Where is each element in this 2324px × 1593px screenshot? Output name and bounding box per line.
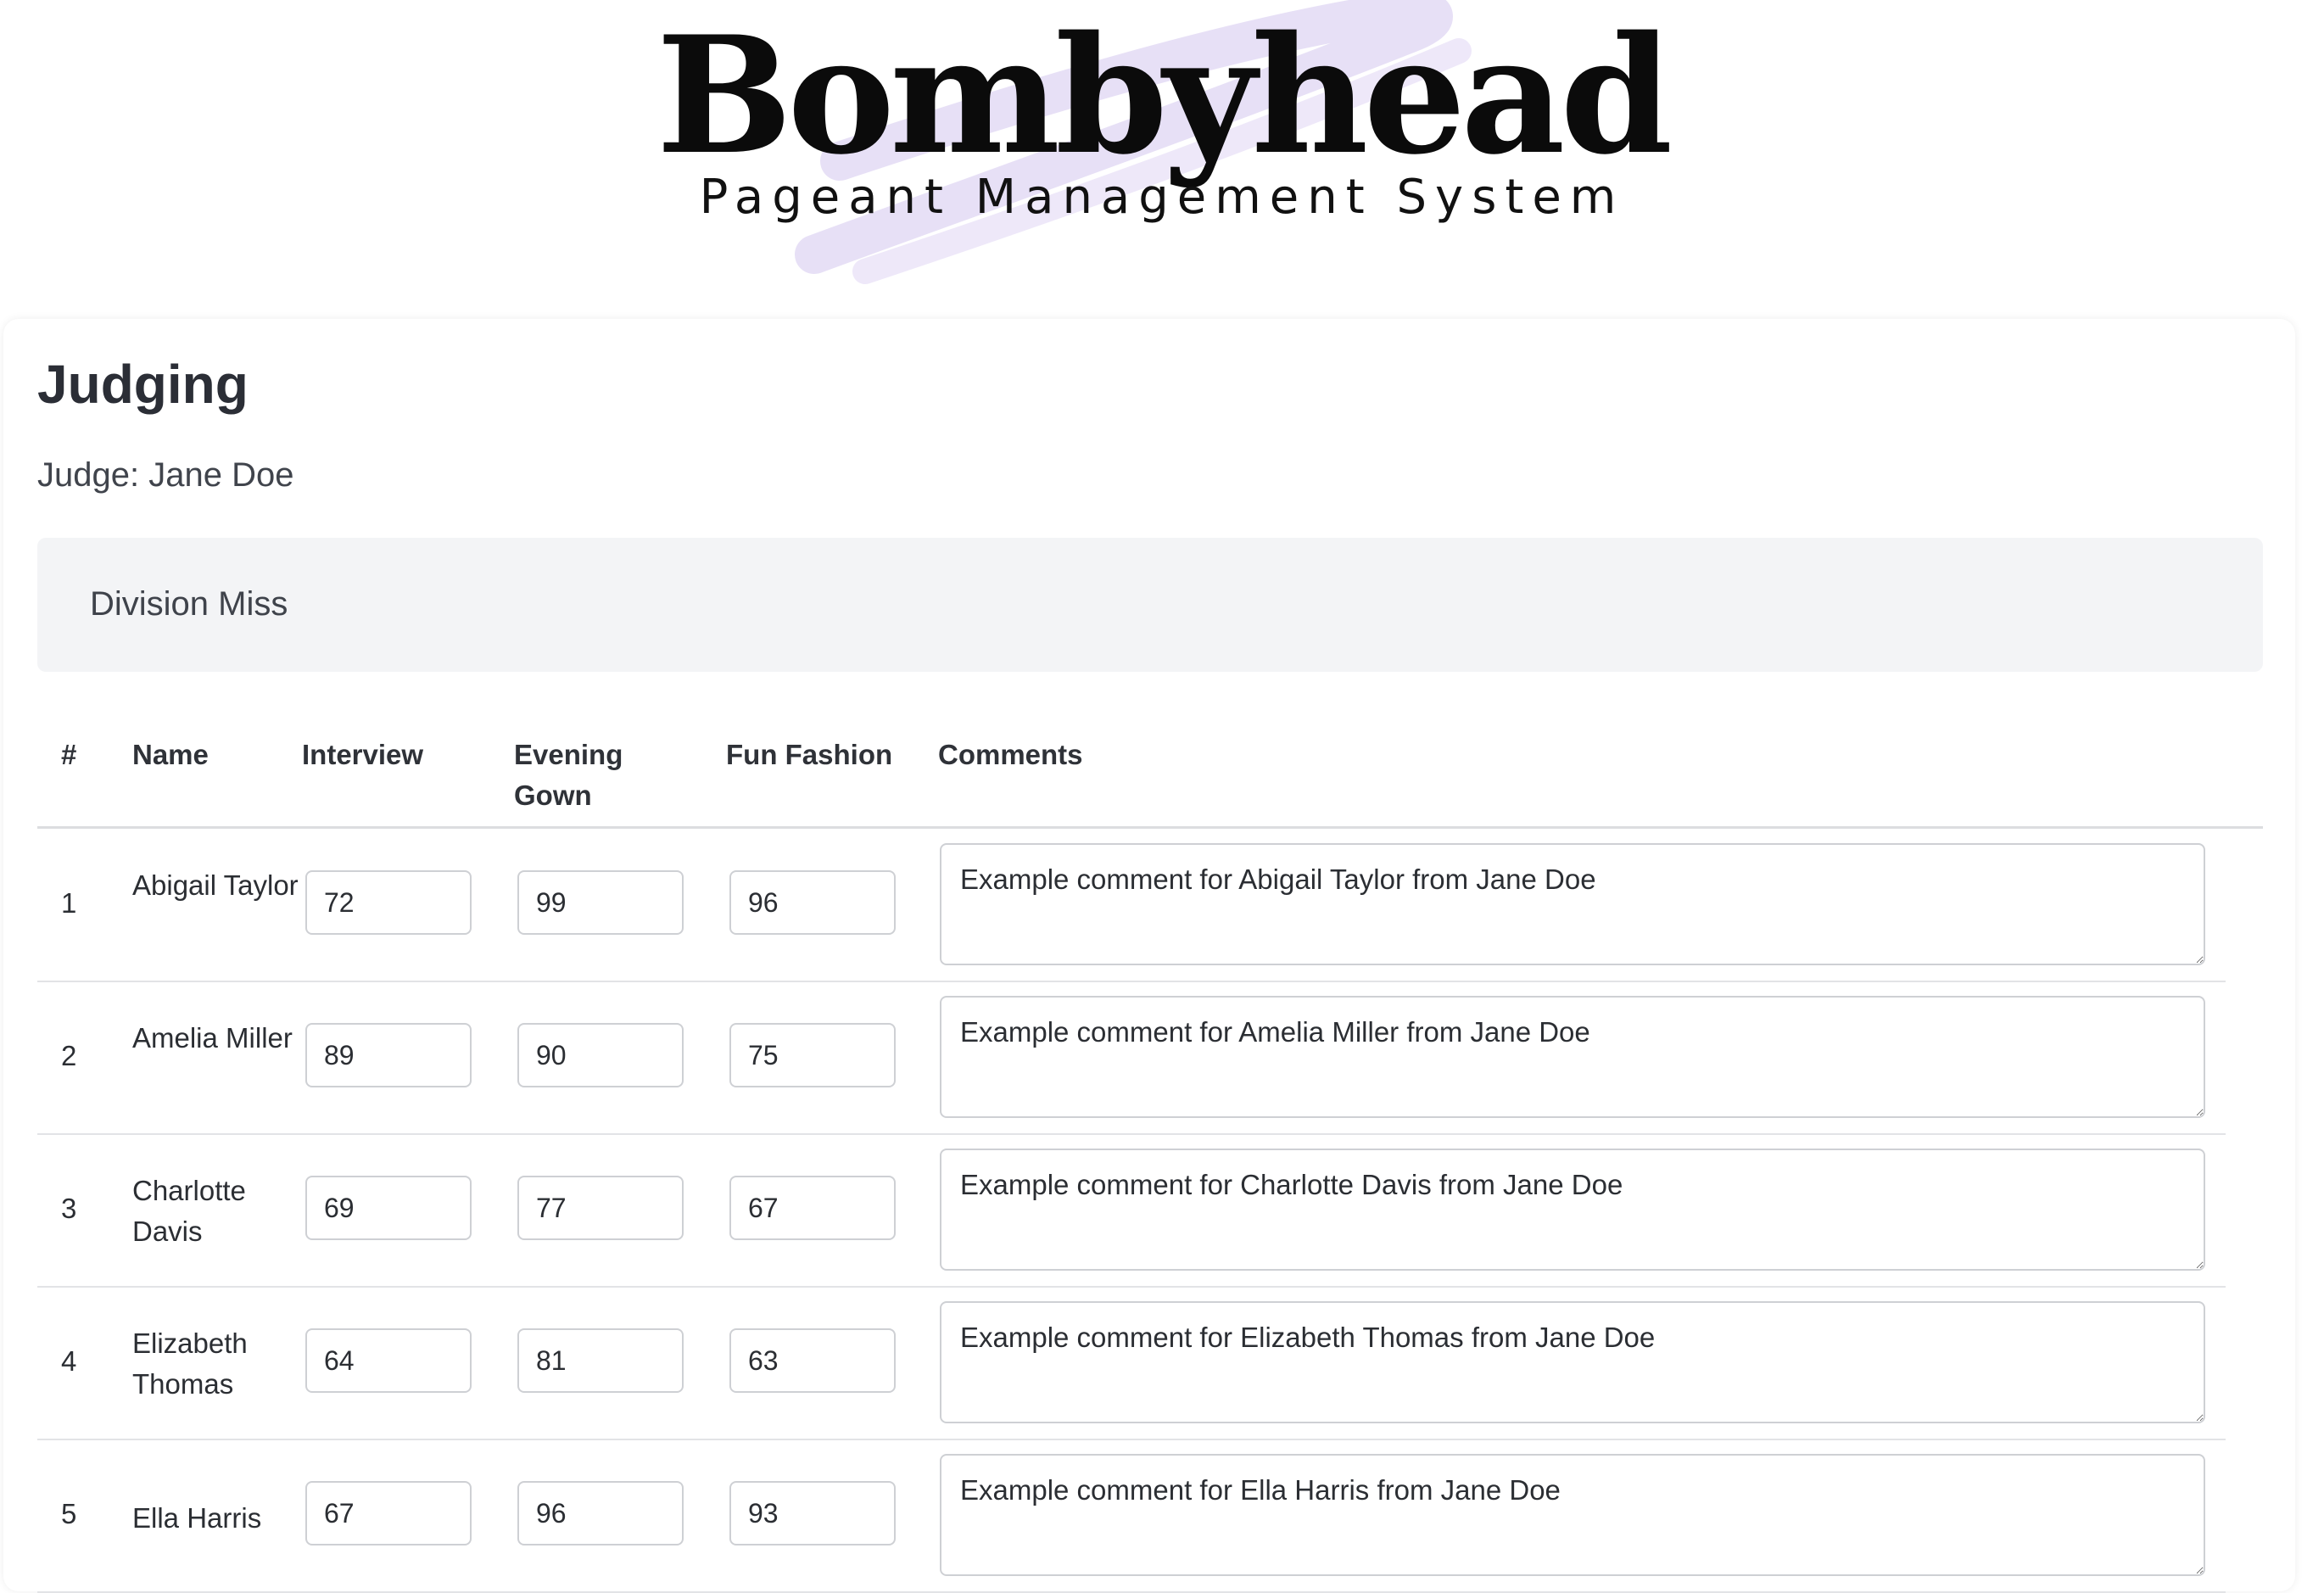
comment-textarea[interactable]: Example comment for Elizabeth Thomas fro… (940, 1301, 2205, 1423)
comment-textarea[interactable]: Example comment for Amelia Miller from J… (940, 996, 2205, 1118)
table-row: 2 Amelia Miller Example comment for Amel… (37, 981, 2226, 1135)
table-row: 1 Abigail Taylor Example comment for Abi… (37, 828, 2226, 982)
fun-fashion-score-input[interactable] (729, 1328, 896, 1393)
interview-score-input[interactable] (305, 870, 472, 935)
judge-label: Judge: Jane Doe (37, 456, 294, 494)
interview-score-input[interactable] (305, 1176, 472, 1240)
division-label: Division Miss (90, 585, 288, 623)
evening-gown-score-input[interactable] (517, 1328, 684, 1393)
fun-fashion-score-input[interactable] (729, 1023, 896, 1087)
contestant-name: Elizabeth Thomas (132, 1328, 248, 1400)
table-row: 5 Ella Harris Example comment for Ella H… (37, 1439, 2226, 1593)
evening-gown-score-input[interactable] (517, 870, 684, 935)
column-header-comments: Comments (938, 739, 1083, 770)
contestant-name: Abigail Taylor (132, 869, 299, 901)
evening-gown-score-input[interactable] (517, 1023, 684, 1087)
column-header-name: Name (132, 739, 209, 770)
division-banner: Division Miss (37, 538, 2263, 672)
table-row: 3 Charlotte Davis Example comment for Ch… (37, 1133, 2226, 1288)
contestant-name: Ella Harris (132, 1502, 262, 1534)
contestant-number: 1 (61, 887, 77, 919)
contestant-name: Amelia Miller (132, 1022, 293, 1054)
evening-gown-score-input[interactable] (517, 1176, 684, 1240)
evening-gown-score-input[interactable] (517, 1481, 684, 1545)
interview-score-input[interactable] (305, 1328, 472, 1393)
comment-textarea[interactable]: Example comment for Abigail Taylor from … (940, 843, 2205, 965)
comment-textarea[interactable]: Example comment for Charlotte Davis from… (940, 1149, 2205, 1271)
comment-textarea[interactable]: Example comment for Ella Harris from Jan… (940, 1454, 2205, 1576)
brand-subtitle: Pageant Management System (699, 170, 1625, 225)
fun-fashion-score-input[interactable] (729, 1481, 896, 1545)
brand-title: Bombyhead (656, 1, 1673, 190)
contestant-number: 5 (61, 1498, 77, 1529)
fun-fashion-score-input[interactable] (729, 1176, 896, 1240)
contestant-number: 3 (61, 1193, 77, 1224)
column-header-evening-gown: Evening Gown (514, 739, 623, 811)
column-header-fun-fashion: Fun Fashion (726, 739, 893, 770)
table-row: 4 Elizabeth Thomas Example comment for E… (37, 1286, 2226, 1440)
fun-fashion-score-input[interactable] (729, 870, 896, 935)
column-header-number: # (61, 739, 77, 770)
interview-score-input[interactable] (305, 1481, 472, 1545)
contestant-number: 2 (61, 1040, 77, 1071)
contestant-number: 4 (61, 1345, 77, 1377)
brand-logo: Bombyhead Pageant Management System (0, 0, 2324, 305)
page-title: Judging (37, 354, 249, 415)
column-header-interview: Interview (302, 739, 424, 770)
judging-card: Judging Judge: Jane Doe Division Miss # … (3, 319, 2295, 1593)
contestant-name: Charlotte Davis (132, 1175, 246, 1247)
interview-score-input[interactable] (305, 1023, 472, 1087)
